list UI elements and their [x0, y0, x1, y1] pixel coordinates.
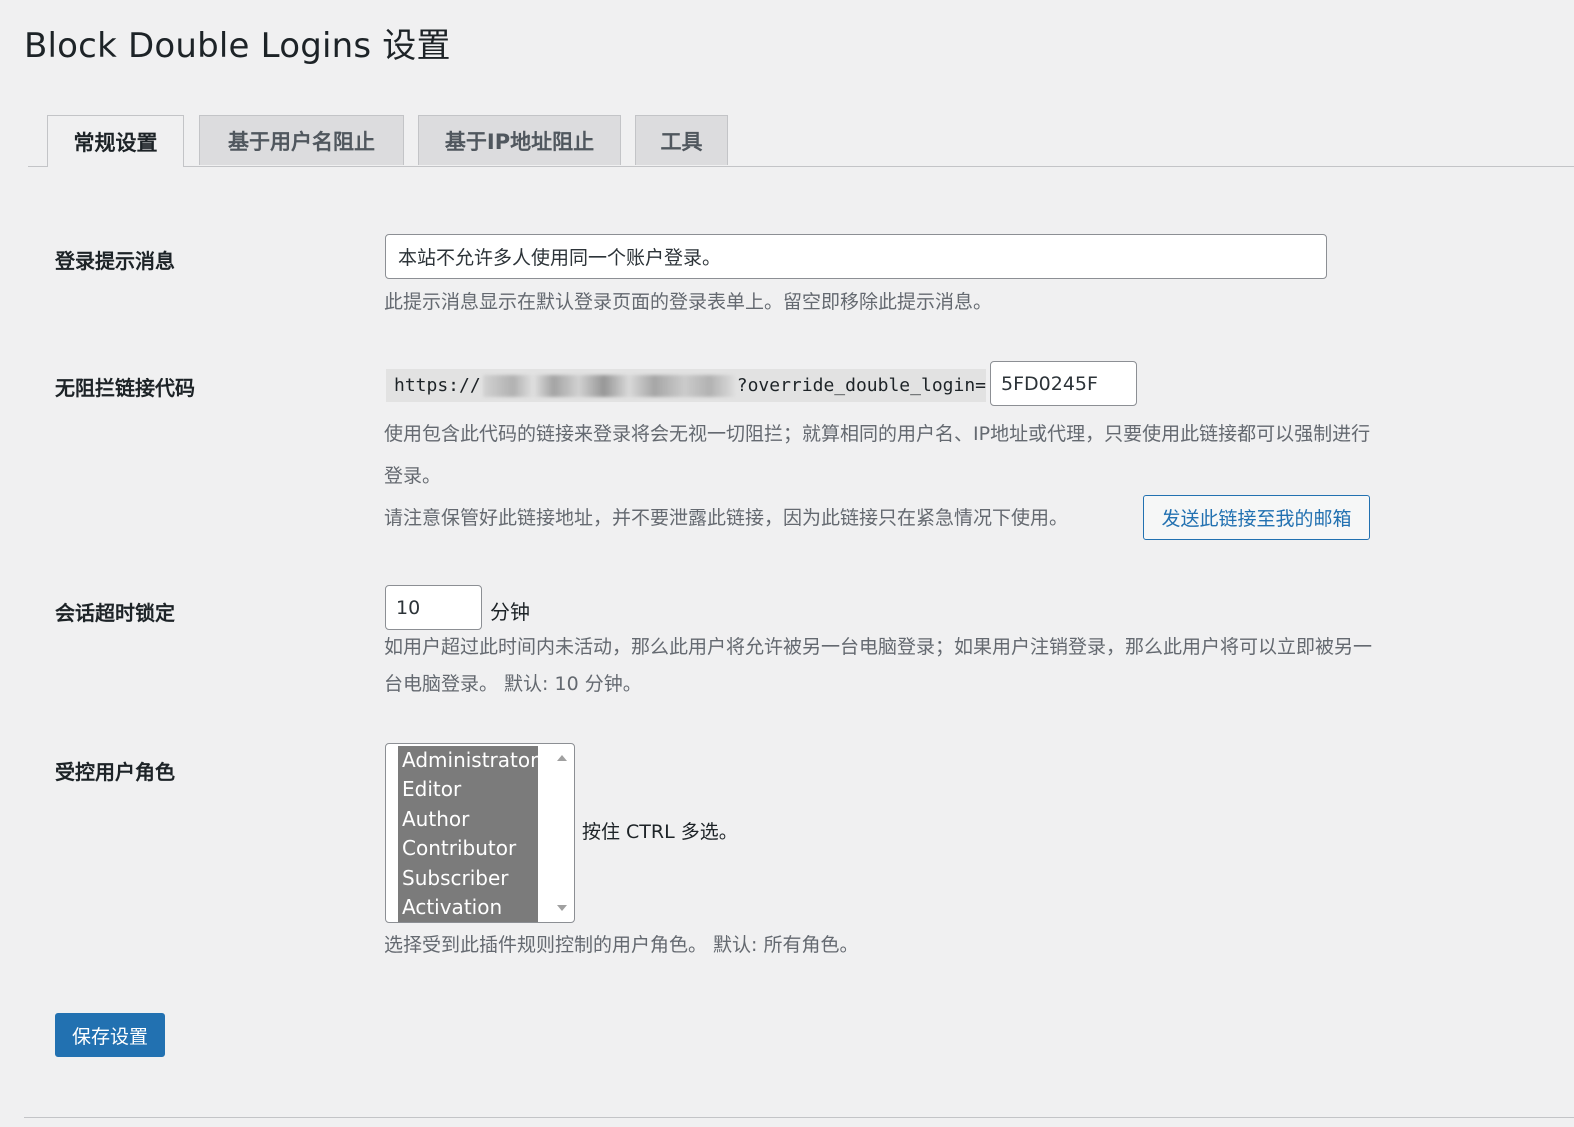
- role-option-editor[interactable]: Editor: [398, 775, 538, 804]
- role-option-administrator[interactable]: Administrator: [398, 746, 538, 775]
- roles-option-list: Administrator Editor Author Contributor …: [398, 746, 538, 922]
- scroll-up-arrow-icon[interactable]: [557, 755, 567, 761]
- override-url-end: ?override_double_login=: [736, 375, 986, 396]
- login-message-description: 此提示消息显示在默认登录页面的登录表单上。留空即移除此提示消息。: [384, 291, 993, 313]
- roles-scrollbar[interactable]: [551, 745, 573, 921]
- override-url-prefix: https:// ?override_double_login=: [386, 369, 986, 402]
- roles-description: 选择受到此插件规则控制的用户角色。 默认: 所有角色。: [384, 934, 859, 956]
- tab-block-by-ip[interactable]: 基于IP地址阻止: [418, 115, 621, 165]
- override-link-description-1: 使用包含此代码的链接来登录将会无视一切阻拦；就算相同的用户名、IP地址或代理，只…: [384, 423, 1371, 445]
- tab-tools[interactable]: 工具: [635, 115, 728, 165]
- footer-divider: [24, 1117, 1574, 1118]
- override-code-input[interactable]: [990, 361, 1137, 406]
- session-timeout-label: 会话超时锁定: [55, 601, 175, 625]
- role-option-author[interactable]: Author: [398, 805, 538, 834]
- override-url-start: https://: [394, 375, 481, 396]
- send-link-email-button[interactable]: 发送此链接至我的邮箱: [1143, 495, 1370, 540]
- override-link-description-3: 请注意保管好此链接地址，并不要泄露此链接，因为此链接只在紧急情况下使用。: [384, 507, 1069, 529]
- roles-multi-select[interactable]: Administrator Editor Author Contributor …: [385, 743, 575, 923]
- override-link-label: 无阻拦链接代码: [55, 376, 195, 400]
- session-timeout-input[interactable]: [385, 585, 482, 630]
- settings-tabs: 常规设置 基于用户名阻止 基于IP地址阻止 工具: [28, 115, 1574, 167]
- login-message-input[interactable]: [385, 234, 1327, 279]
- login-message-label: 登录提示消息: [55, 249, 175, 273]
- save-settings-button[interactable]: 保存设置: [55, 1013, 165, 1057]
- session-timeout-description-1: 如用户超过此时间内未活动，那么此用户将允许被另一台电脑登录；如果用户注销登录，那…: [384, 636, 1373, 658]
- scroll-down-arrow-icon[interactable]: [557, 905, 567, 911]
- redacted-url-segment: [482, 374, 735, 397]
- role-option-activation[interactable]: Activation: [398, 893, 538, 922]
- role-option-subscriber[interactable]: Subscriber: [398, 864, 538, 893]
- role-option-contributor[interactable]: Contributor: [398, 834, 538, 863]
- override-link-description-2: 登录。: [384, 465, 442, 487]
- page-title: Block Double Logins 设置: [24, 26, 451, 66]
- roles-label: 受控用户角色: [55, 760, 175, 784]
- tab-block-by-username[interactable]: 基于用户名阻止: [199, 115, 404, 165]
- session-timeout-description-2: 台电脑登录。 默认: 10 分钟。: [384, 673, 642, 695]
- tab-general[interactable]: 常规设置: [47, 115, 184, 167]
- session-timeout-unit: 分钟: [490, 600, 530, 624]
- roles-multi-select-hint: 按住 CTRL 多选。: [582, 821, 738, 843]
